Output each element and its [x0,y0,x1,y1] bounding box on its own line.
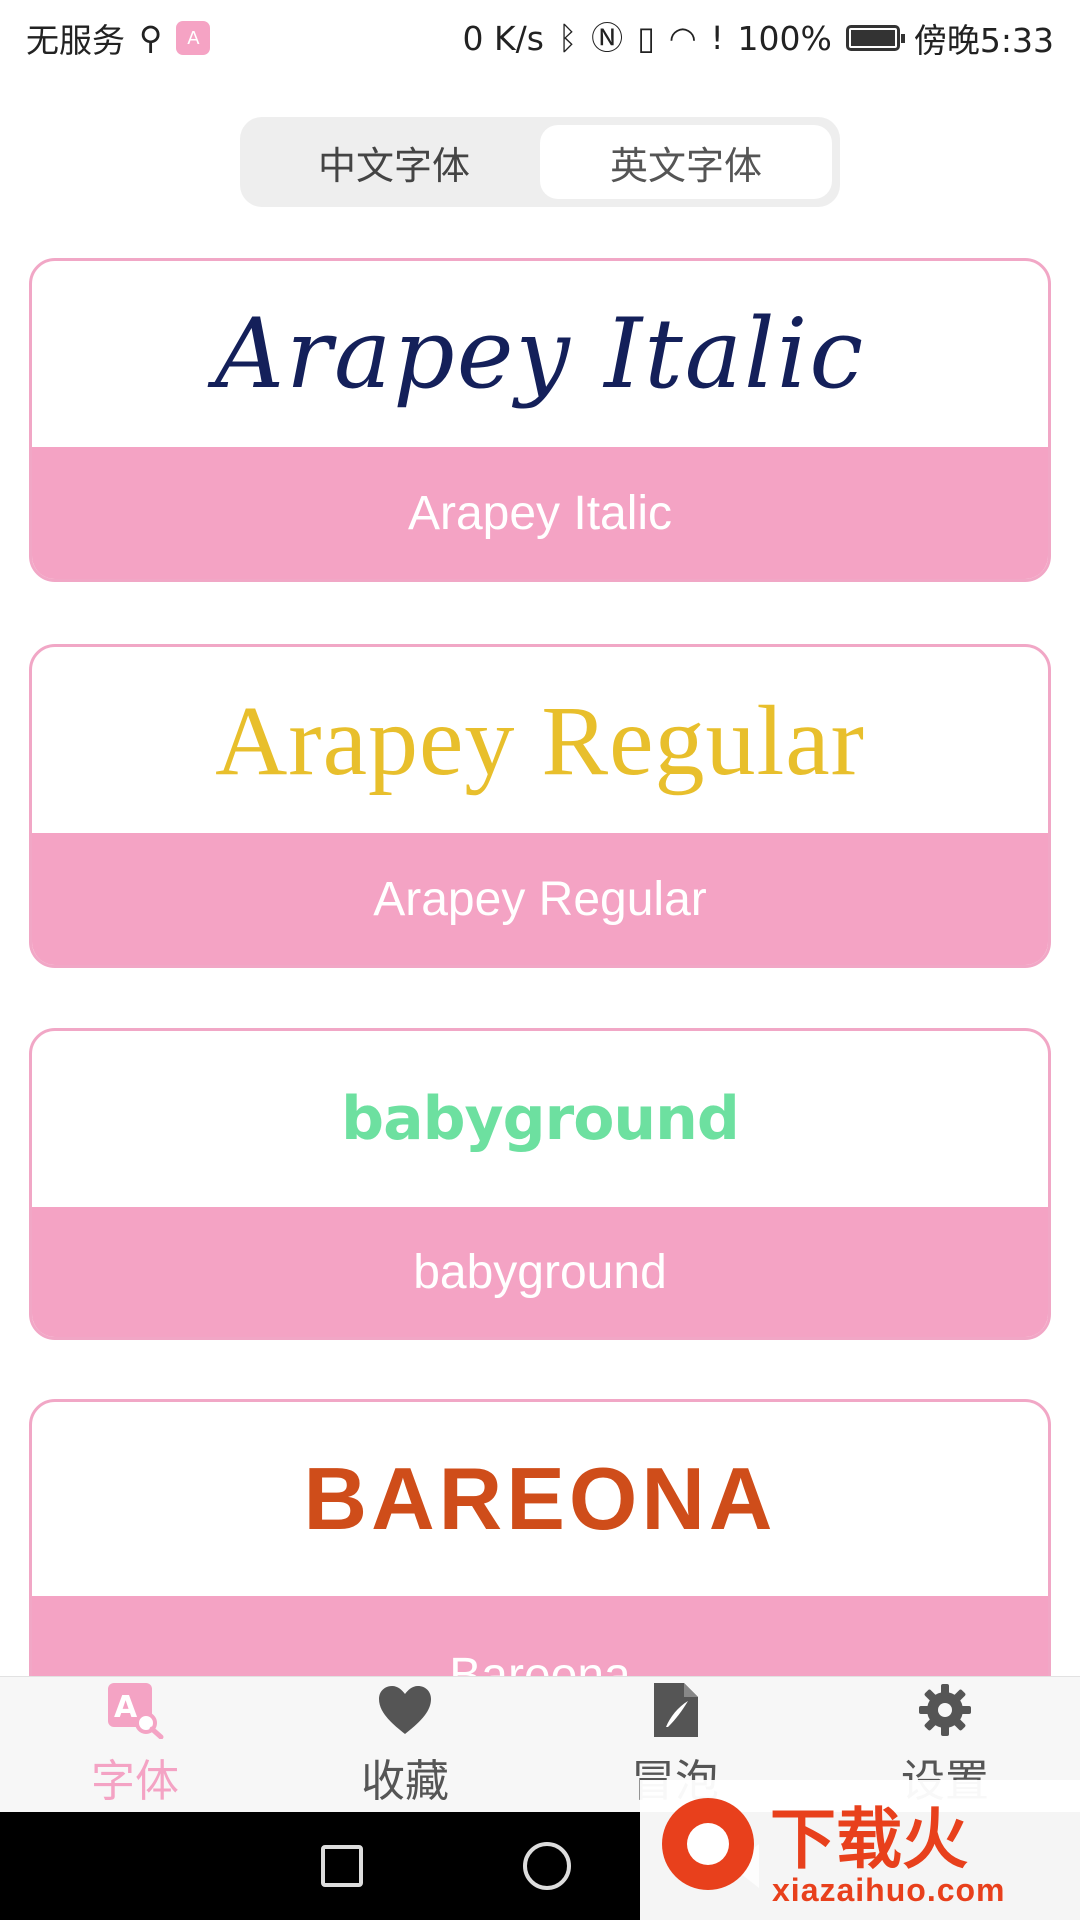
font-card[interactable]: Arapey Regular Arapey Regular [29,644,1051,968]
tab-chinese-fonts[interactable]: 中文字体 [248,125,540,199]
watermark-logo-icon [662,1798,754,1890]
home-button[interactable] [523,1842,571,1890]
font-preview-text: Arapey Italic [214,298,866,410]
status-right: 0 K/s ᛒ Ⓝ ▯ ◠ ! 100% 傍晚5:33 [463,14,1054,62]
nav-label: 字体 [91,1755,179,1807]
font-name-bar: Arapey Regular [32,833,1048,965]
font-name: Arapey Regular [373,872,707,926]
font-preview: BAREONA [32,1402,1048,1596]
font-card[interactable]: Arapey Italic Arapey Italic [29,258,1051,582]
nav-label: 收藏 [361,1755,449,1807]
battery-fill [850,30,895,46]
tab-english-fonts[interactable]: 英文字体 [540,125,832,199]
wifi-icon: ◠ [668,19,697,57]
app-icon: A [176,21,211,55]
bluetooth-icon: ᛒ [557,19,578,57]
watermark-url: xiazaihuo.com [772,1872,1006,1908]
alert-icon: ! [710,19,724,57]
font-name: Arapey Italic [407,486,673,540]
font-card[interactable]: babyground babyground [29,1028,1051,1340]
heart-icon [376,1681,434,1739]
nav-favorites[interactable]: 收藏 [270,1677,540,1812]
nfc-icon: Ⓝ [591,19,624,57]
status-left: 无服务 ⚲ A [26,14,211,62]
vibrate-icon: ▯ [637,19,655,57]
font-preview: Arapey Italic [32,261,1048,447]
battery-text: 100% [737,18,832,58]
quill-document-icon [646,1681,704,1739]
svg-text:A: A [114,1690,138,1725]
recents-button[interactable] [321,1845,363,1887]
usb-icon: ⚲ [139,19,163,57]
font-preview-text: babyground [341,1084,740,1154]
watermark-title: 下载火 [770,1801,968,1878]
font-preview-text: BAREONA [303,1449,777,1548]
font-name-bar: Arapey Italic [32,447,1048,579]
font-language-tabs: 中文字体 英文字体 [240,117,840,207]
status-bar: 无服务 ⚲ A 0 K/s ᛒ Ⓝ ▯ ◠ ! 100% 傍晚5:33 [0,0,1080,76]
watermark: 下载火 xiazaihuo.com [640,1780,1080,1920]
net-speed: 0 K/s [462,18,544,58]
clock: 傍晚5:33 [913,21,1054,60]
carrier-text: 无服务 [26,21,125,60]
font-preview-text: Arapey Regular [215,684,865,796]
font-name: babyground [413,1245,667,1299]
font-preview: babyground [32,1031,1048,1207]
font-preview: Arapey Regular [32,647,1048,833]
font-search-icon: A [106,1681,164,1739]
font-name-bar: babyground [32,1207,1048,1337]
battery-icon [845,25,905,51]
nav-fonts[interactable]: A 字体 [0,1677,270,1812]
gear-icon [916,1681,974,1739]
